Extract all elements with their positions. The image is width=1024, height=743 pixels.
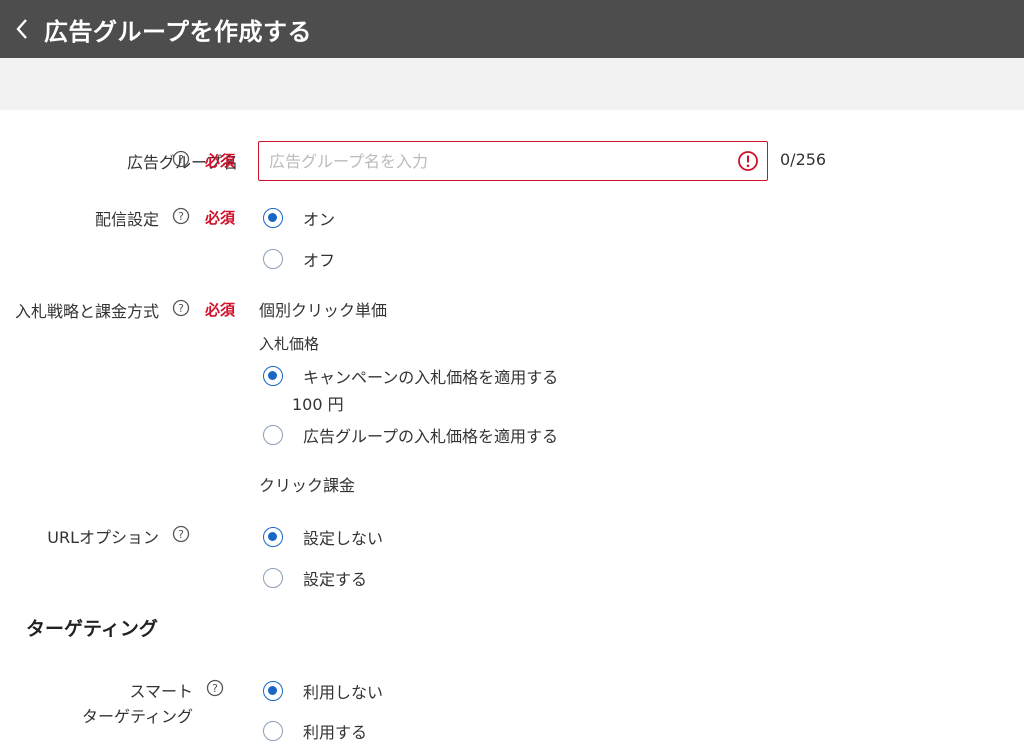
required-badge: 必須 — [205, 152, 236, 170]
radio-label: 利用しない — [303, 683, 384, 702]
page-header: 広告グループを作成する — [0, 0, 1024, 58]
radio-unselected[interactable] — [263, 568, 283, 588]
bidding-label: 入札戦略と課金方式 — [14, 302, 159, 321]
radio-label: 利用する — [303, 723, 368, 742]
smart-targeting-off[interactable]: 利用しない — [263, 679, 383, 703]
smart-targeting-label-line2: ターゲティング — [81, 707, 193, 726]
svg-text:?: ? — [178, 302, 184, 315]
svg-text:?: ? — [178, 528, 184, 541]
bid-option-campaign[interactable]: キャンペーンの入札価格を適用する — [263, 364, 558, 388]
ad-group-name-field[interactable] — [258, 141, 768, 181]
radio-unselected[interactable] — [263, 721, 283, 741]
page-title: 広告グループを作成する — [44, 17, 313, 46]
bidding-strategy-value: 個別クリック単価 — [259, 301, 388, 320]
back-button[interactable] — [0, 0, 44, 58]
required-badge: 必須 — [205, 209, 236, 227]
bid-price-heading: 入札価格 — [259, 335, 320, 353]
radio-selected[interactable] — [263, 681, 283, 701]
help-icon[interactable]: ? — [172, 207, 190, 225]
chevron-left-icon — [16, 19, 27, 39]
radio-unselected[interactable] — [263, 249, 283, 269]
url-option-set[interactable]: 設定する — [263, 566, 367, 590]
targeting-section-title: ターゲティング — [26, 618, 158, 640]
svg-text:?: ? — [212, 682, 218, 695]
character-counter: 0/256 — [780, 150, 827, 169]
radio-selected[interactable] — [263, 527, 283, 547]
ad-group-name-input[interactable] — [259, 142, 737, 180]
svg-text:?: ? — [178, 153, 184, 166]
radio-selected[interactable] — [263, 366, 283, 386]
radio-label: キャンペーンの入札価格を適用する — [303, 368, 559, 387]
smart-targeting-label-line1: スマート — [129, 682, 193, 701]
radio-label: 設定しない — [303, 529, 384, 548]
url-option-none[interactable]: 設定しない — [263, 525, 383, 549]
url-option-label: URLオプション — [47, 528, 159, 547]
radio-label: 広告グループの入札価格を適用する — [303, 427, 559, 446]
help-icon[interactable]: ? — [172, 299, 190, 317]
radio-unselected[interactable] — [263, 425, 283, 445]
radio-label: 設定する — [303, 570, 368, 589]
error-icon — [738, 151, 758, 171]
smart-targeting-on[interactable]: 利用する — [263, 719, 367, 743]
campaign-bid-price: 100 円 — [292, 395, 344, 414]
header-band — [0, 58, 1024, 110]
radio-label: オン — [303, 210, 336, 229]
delivery-option-on[interactable]: オン — [263, 206, 335, 230]
billing-method: クリック課金 — [259, 476, 356, 495]
help-icon[interactable]: ? — [172, 150, 190, 168]
radio-label: オフ — [303, 251, 336, 270]
bid-option-ad-group[interactable]: 広告グループの入札価格を適用する — [263, 423, 558, 447]
radio-selected[interactable] — [263, 208, 283, 228]
help-icon[interactable]: ? — [172, 525, 190, 543]
delivery-label: 配信設定 — [94, 210, 159, 229]
delivery-option-off[interactable]: オフ — [263, 247, 335, 271]
svg-text:?: ? — [178, 210, 184, 223]
required-badge: 必須 — [205, 301, 236, 319]
help-icon[interactable]: ? — [206, 679, 224, 697]
